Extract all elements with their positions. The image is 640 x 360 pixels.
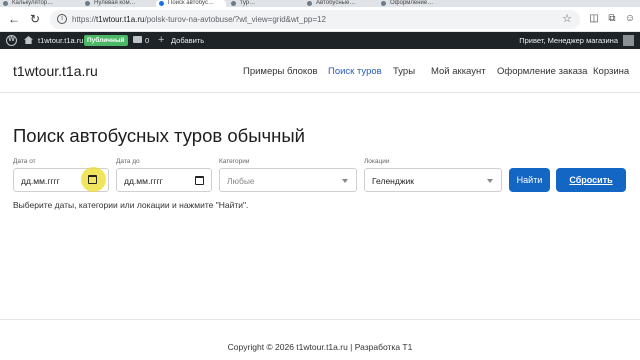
reset-button[interactable]: Сбросить (556, 168, 626, 192)
browser-tab[interactable]: Калькулятор… (0, 0, 80, 7)
nav-tours[interactable]: Туры (393, 66, 415, 77)
locations-select[interactable]: Геленджик (364, 168, 502, 192)
browser-tab[interactable]: Автобусные… (304, 0, 376, 7)
add-new-link[interactable]: Добавить (171, 36, 204, 45)
browser-tab-strip: Калькулятор… Нулевая ком… Поиск автобус…… (0, 0, 640, 7)
nav-examples[interactable]: Примеры блоков (243, 66, 318, 77)
find-button[interactable]: Найти (509, 168, 550, 192)
favicon-icon (85, 1, 90, 6)
browser-tab-active[interactable]: Поиск автобус… (156, 0, 226, 7)
nav-tour-search[interactable]: Поиск туров (328, 66, 382, 77)
favicon-icon (231, 1, 236, 6)
extensions-icon[interactable]: ⧉ (606, 13, 618, 25)
site-header: t1wtour.t1a.ru Примеры блоков Поиск туро… (0, 49, 640, 93)
browser-toolbar: ← ↻ i https://t1wtour.t1a.ru/polsk-turov… (0, 7, 640, 32)
favicon-icon (381, 1, 386, 6)
bookmark-star-icon[interactable]: ☆ (562, 12, 572, 25)
nav-my-account[interactable]: Мой аккаунт (431, 66, 486, 77)
plus-icon[interactable]: + (158, 34, 164, 46)
favicon-icon (307, 1, 312, 6)
public-status-badge: Публичный (84, 35, 128, 46)
copyright-text: Copyright © 2026 t1wtour.t1a.ru | Разраб… (227, 342, 413, 352)
nav-checkout[interactable]: Оформление заказа (497, 66, 587, 77)
home-icon[interactable] (24, 36, 33, 44)
date-to-label: Дата до (116, 158, 140, 165)
categories-select[interactable]: Любые (219, 168, 357, 192)
nav-cart[interactable]: Корзина (593, 66, 629, 77)
calendar-icon[interactable] (195, 176, 204, 185)
browser-tab[interactable]: Нулевая ком… (82, 0, 154, 7)
site-footer: Copyright © 2026 t1wtour.t1a.ru | Разраб… (0, 319, 640, 360)
url-text: https://t1wtour.t1a.ru/polsk-turov-na-av… (72, 15, 326, 24)
calendar-icon[interactable] (88, 175, 97, 184)
reload-icon[interactable]: ↻ (27, 11, 43, 27)
date-to-input[interactable]: дд.мм.гггг (116, 168, 212, 192)
split-screen-icon[interactable]: ◫ (588, 13, 600, 25)
wp-admin-bar: W t1wtour.t1a.ru Публичный 0 + Добавить … (0, 32, 640, 49)
admin-site-name[interactable]: t1wtour.t1a.ru (38, 36, 83, 45)
site-info-icon[interactable]: i (57, 14, 67, 24)
page-title: Поиск автобусных туров обычный (13, 125, 305, 146)
comment-icon[interactable] (133, 36, 142, 43)
favicon-icon (3, 1, 8, 6)
site-logo[interactable]: t1wtour.t1a.ru (13, 63, 98, 79)
chevron-down-icon (342, 179, 348, 183)
address-bar[interactable]: i https://t1wtour.t1a.ru/polsk-turov-na-… (50, 10, 580, 29)
user-greeting[interactable]: Привет, Менеджер магазина (519, 36, 618, 45)
locations-label: Локации (364, 158, 390, 165)
profile-icon[interactable]: ☺ (624, 13, 636, 25)
categories-label: Категории (219, 158, 250, 165)
favicon-icon (159, 1, 164, 6)
wordpress-logo-icon[interactable]: W (6, 35, 17, 46)
browser-tab[interactable]: Оформление… (378, 0, 450, 7)
search-hint: Выберите даты, категории или локации и н… (13, 200, 249, 210)
back-arrow-icon[interactable]: ← (6, 11, 22, 27)
browser-tab[interactable]: тур… (228, 0, 300, 7)
avatar[interactable] (623, 35, 634, 46)
date-from-label: Дата от (13, 158, 36, 165)
comments-count[interactable]: 0 (145, 36, 149, 45)
chevron-down-icon (487, 179, 493, 183)
